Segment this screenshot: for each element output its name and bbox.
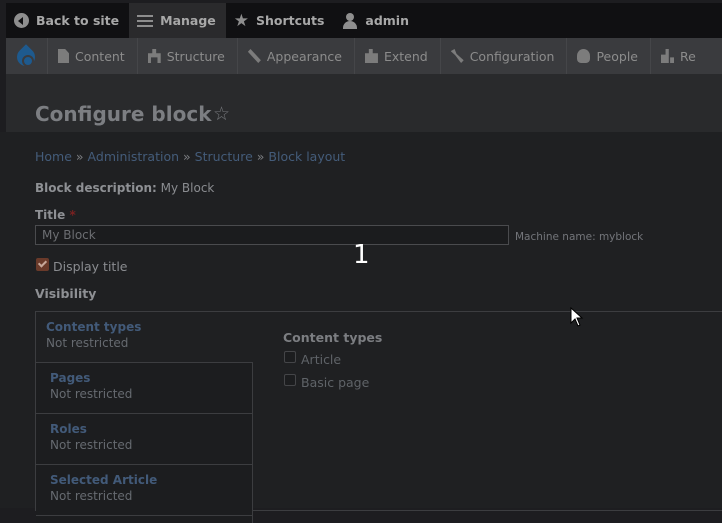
tray-item-label: People xyxy=(596,48,638,64)
required-marker: * xyxy=(69,208,76,222)
tray-item-label: Extend xyxy=(383,48,428,64)
basic-page-checkbox[interactable] xyxy=(284,374,296,386)
content-icon xyxy=(58,49,69,63)
block-description-label: Block description: xyxy=(35,181,157,195)
shortcut-star-icon[interactable]: ☆ xyxy=(213,103,230,125)
tray-item-configuration[interactable]: Configuration xyxy=(439,38,567,74)
mouse-cursor-icon xyxy=(570,307,584,327)
shortcuts-tab[interactable]: ★ Shortcuts xyxy=(226,3,335,38)
breadcrumb-home[interactable]: Home xyxy=(35,149,72,164)
overlay-marker: 1 xyxy=(353,240,370,270)
back-arrow-icon xyxy=(14,13,29,28)
star-icon: ★ xyxy=(233,10,250,31)
drupal-logo-icon[interactable] xyxy=(15,44,37,68)
block-description: Block description: My Block xyxy=(35,181,214,195)
article-checkbox-label[interactable]: Article xyxy=(301,352,341,367)
extend-icon xyxy=(364,49,378,63)
tray-item-people[interactable]: People xyxy=(566,38,650,74)
tray-item-structure[interactable]: Structure xyxy=(136,38,237,74)
block-description-value: My Block xyxy=(160,181,215,195)
vtab-title: Content types xyxy=(46,320,142,334)
tray-item-label: Appearance xyxy=(266,48,342,64)
shortcuts-label: Shortcuts xyxy=(256,13,325,28)
back-to-site-link[interactable]: Back to site xyxy=(6,3,129,38)
vtab-summary: Not restricted xyxy=(50,438,133,452)
breadcrumb-separator: » xyxy=(183,149,191,164)
vtab-content-types[interactable]: Content types Not restricted xyxy=(36,312,252,362)
configuration-icon xyxy=(450,49,464,63)
title-label-text: Title xyxy=(35,208,66,222)
machine-name: Machine name: myblock xyxy=(515,231,644,243)
vtab-title: Selected Article xyxy=(50,473,158,487)
article-checkbox[interactable] xyxy=(284,351,296,363)
vtab-title: Pages xyxy=(50,371,91,385)
tray-item-reports[interactable]: Re xyxy=(650,38,708,74)
tray-item-appearance[interactable]: Appearance xyxy=(236,38,354,74)
people-icon xyxy=(577,49,591,63)
basic-page-checkbox-label[interactable]: Basic page xyxy=(301,375,369,390)
reports-icon xyxy=(661,49,674,63)
menu-icon xyxy=(137,14,154,27)
vtab-list: Pages Not restricted Roles Not restricte… xyxy=(36,362,253,523)
user-tab[interactable]: admin xyxy=(334,3,419,38)
breadcrumb-administration[interactable]: Administration xyxy=(88,149,179,164)
title-label: Title * xyxy=(35,208,76,222)
vtab-pages[interactable]: Pages Not restricted xyxy=(36,363,252,414)
visibility-heading: Visibility xyxy=(35,286,97,301)
admin-toolbar: Back to site Manage ★ Shortcuts admin xyxy=(6,3,722,38)
tray-item-label: Structure xyxy=(166,48,225,64)
breadcrumb-separator: » xyxy=(256,149,265,164)
tray-item-label: Content xyxy=(75,48,125,64)
breadcrumb-separator: » xyxy=(75,149,84,164)
vtab-title: Roles xyxy=(50,422,87,436)
manage-label: Manage xyxy=(160,13,216,28)
vtab-selected-article[interactable]: Selected Article Not restricted xyxy=(36,465,252,516)
admin-tray: Content Structure Appearance Extend Conf… xyxy=(6,38,722,74)
page-title: Configure block xyxy=(35,102,212,126)
page-header: Configure block ☆ xyxy=(6,74,722,132)
structure-icon xyxy=(147,49,161,63)
vtab-summary: Not restricted xyxy=(50,489,133,503)
vtab-summary: Not restricted xyxy=(50,387,133,401)
tray-item-content[interactable]: Content xyxy=(47,38,137,74)
back-to-site-label: Back to site xyxy=(36,13,120,28)
tray-item-extend[interactable]: Extend xyxy=(353,38,440,74)
vtab-roles[interactable]: Roles Not restricted xyxy=(36,414,252,465)
manage-tab[interactable]: Manage xyxy=(129,3,226,38)
display-title-label[interactable]: Display title xyxy=(53,259,128,274)
user-label: admin xyxy=(365,13,409,28)
vtab-summary: Not restricted xyxy=(46,336,129,350)
breadcrumb-structure[interactable]: Structure xyxy=(195,149,253,164)
pane-title: Content types xyxy=(283,330,383,345)
display-title-checkbox[interactable] xyxy=(36,258,49,271)
tray-item-label: Configuration xyxy=(469,48,555,64)
breadcrumb-block-layout[interactable]: Block layout xyxy=(268,149,345,164)
tray-item-label: Re xyxy=(680,48,696,64)
title-input[interactable] xyxy=(35,225,509,245)
user-icon xyxy=(342,12,358,29)
breadcrumb: Home » Administration » Structure » Bloc… xyxy=(35,149,345,164)
appearance-icon xyxy=(247,49,261,63)
